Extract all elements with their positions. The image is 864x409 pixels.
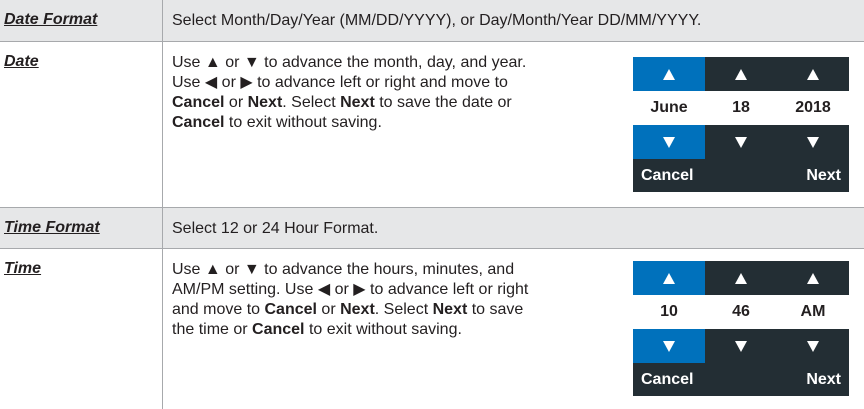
value-row: June 18 2018: [633, 91, 849, 125]
year-down-button[interactable]: [777, 125, 849, 159]
desc-time-format: Select 12 or 24 Hour Format.: [172, 220, 379, 237]
down-arrow-row: [633, 125, 849, 159]
right-triangle-icon: ▶: [353, 281, 366, 298]
minute-down-button[interactable]: [705, 329, 777, 363]
minute-up-button[interactable]: [705, 261, 777, 295]
down-arrow-icon: [807, 136, 819, 148]
month-up-button[interactable]: [633, 57, 705, 91]
footer-row: Cancel Next: [633, 159, 849, 192]
up-arrow-icon: [807, 68, 819, 80]
footer-row: Cancel Next: [633, 363, 849, 396]
desc-line: Use ▲ or ▼ to advance the month, day, an…: [172, 54, 527, 71]
desc-line: Use ▲ or ▼ to advance the hours, minutes…: [172, 261, 515, 278]
year-up-button[interactable]: [777, 57, 849, 91]
desc-line: and move to Cancel or Next. Select Next …: [172, 301, 524, 318]
ampm-down-button[interactable]: [777, 329, 849, 363]
cancel-button[interactable]: Cancel: [641, 371, 693, 389]
row-time: Time Use ▲ or ▼ to advance the hours, mi…: [0, 249, 864, 409]
desc-line: the time or Cancel to exit without savin…: [172, 321, 462, 338]
left-triangle-icon: ◀: [204, 74, 218, 91]
down-arrow-row: [633, 329, 849, 363]
column-divider: [162, 0, 163, 409]
down-arrow-icon: [807, 340, 819, 352]
row-date-format: Date Format Select Month/Day/Year (MM/DD…: [0, 0, 864, 41]
down-triangle-icon: ▼: [243, 261, 260, 278]
day-value: 18: [732, 99, 750, 116]
up-triangle-icon: ▲: [204, 54, 221, 71]
down-arrow-icon: [735, 136, 747, 148]
hour-value: 10: [660, 303, 678, 320]
down-arrow-icon: [735, 340, 747, 352]
desc-date-format: Select Month/Day/Year (MM/DD/YYYY), or D…: [172, 12, 702, 29]
down-triangle-icon: ▼: [243, 54, 260, 71]
desc-line: Cancel or Next. Select Next to save the …: [172, 94, 512, 111]
minute-value: 46: [732, 303, 750, 320]
day-up-button[interactable]: [705, 57, 777, 91]
up-arrow-icon: [663, 68, 675, 80]
value-row: 10 46 AM: [633, 295, 849, 329]
up-arrow-icon: [663, 272, 675, 284]
up-arrow-icon: [807, 272, 819, 284]
right-triangle-icon: ▶: [240, 74, 253, 91]
date-picker-widget: June 18 2018 Cancel Next: [633, 57, 849, 192]
label-date-format: Date Format: [4, 11, 98, 28]
desc-line: AM/PM setting. Use ◀ or ▶ to advance lef…: [172, 281, 529, 298]
hour-down-button[interactable]: [633, 329, 705, 363]
cancel-button[interactable]: Cancel: [641, 167, 693, 185]
up-arrow-row: [633, 57, 849, 91]
up-arrow-icon: [735, 68, 747, 80]
ampm-up-button[interactable]: [777, 261, 849, 295]
label-date: Date: [4, 53, 39, 70]
row-date: Date Use ▲ or ▼ to advance the month, da…: [0, 42, 864, 207]
label-time-format: Time Format: [4, 219, 100, 236]
month-value: June: [650, 99, 688, 116]
label-time: Time: [4, 260, 42, 277]
desc-time: Use ▲ or ▼ to advance the hours, minutes…: [172, 260, 627, 340]
up-arrow-icon: [735, 272, 747, 284]
row-time-format: Time Format Select 12 or 24 Hour Format.: [0, 208, 864, 248]
next-button[interactable]: Next: [806, 371, 841, 389]
month-down-button[interactable]: [633, 125, 705, 159]
left-triangle-icon: ◀: [317, 281, 331, 298]
up-triangle-icon: ▲: [204, 261, 221, 278]
desc-line: Use ◀ or ▶ to advance left or right and …: [172, 74, 508, 91]
day-down-button[interactable]: [705, 125, 777, 159]
ampm-value: AM: [800, 303, 826, 320]
year-value: 2018: [795, 99, 831, 116]
time-picker-widget: 10 46 AM Cancel Next: [633, 261, 849, 396]
down-arrow-icon: [663, 340, 675, 352]
desc-line: Cancel to exit without saving.: [172, 114, 382, 131]
up-arrow-row: [633, 261, 849, 295]
desc-date: Use ▲ or ▼ to advance the month, day, an…: [172, 53, 627, 133]
down-arrow-icon: [663, 136, 675, 148]
next-button[interactable]: Next: [806, 167, 841, 185]
hour-up-button[interactable]: [633, 261, 705, 295]
